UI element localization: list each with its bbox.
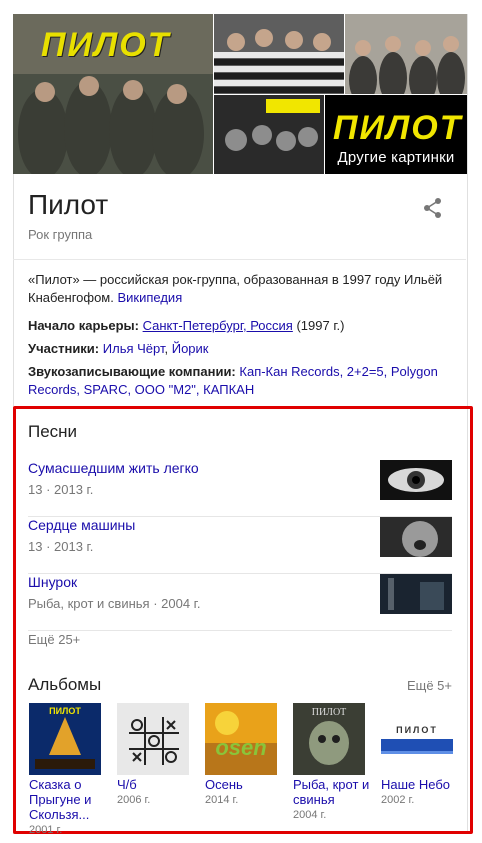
fact-labels-label: Звукозаписывающие компании: [28,364,236,379]
description: «Пилот» — российская рок-группа, образов… [28,271,448,307]
album-name[interactable]: Наше Небо [381,777,461,792]
album-year: 2014 г. [205,794,239,806]
albums-heading: Альбомы [28,675,102,694]
album-cover[interactable]: osen [205,703,277,775]
album-item[interactable]: ПИЛОТ Рыба, крот и свинья 2004 г. [293,703,373,821]
album-cover[interactable]: ПИЛОТ [381,703,453,775]
song-meta: Рыба, крот и свинья · 2004 г. [28,596,201,611]
song-meta: 13 · 2013 г. [28,482,94,497]
more-albums-link[interactable]: Ещё 5+ [407,678,452,693]
song-thumbnail[interactable] [380,574,452,614]
song-meta: 13 · 2013 г. [28,539,94,554]
fact-career: Начало карьеры: Санкт-Петербург, Россия … [28,317,448,335]
fact-members: Участники: Илья Чёрт, Йорик [28,340,448,358]
album-year: 2006 г. [117,794,151,806]
logo-text: ПИЛОТ [41,26,171,64]
member-separator: , [164,341,172,356]
band-photo-striped[interactable] [214,14,344,94]
album-item[interactable]: Ч/б 2006 г. [117,703,197,806]
logo-text-large: ПИЛОТ [333,109,463,147]
band-photo-bw[interactable] [214,95,324,174]
song-thumbnail[interactable] [380,460,452,500]
song-title[interactable]: Сердце машины [28,517,135,533]
career-place-link[interactable]: Санкт-Петербург, Россия [143,318,293,333]
entity-title: Пилот [28,189,109,220]
fact-career-label: Начало карьеры: [28,318,139,333]
album-cover[interactable]: ПИЛОТ [29,703,101,775]
album-cover[interactable]: ПИЛОТ [293,703,365,775]
title-section: Пилот Рок группа [13,175,466,260]
album-name[interactable]: Рыба, крот и свинья [293,777,373,807]
wikipedia-link[interactable]: Википедия [117,290,182,305]
band-photo-group[interactable] [345,14,467,94]
song-title[interactable]: Шнурок [28,574,77,590]
album-name[interactable]: Сказка о Прыгуне и Скользя... [29,777,109,822]
member-link[interactable]: Илья Чёрт [103,341,165,356]
album-item[interactable]: osen Осень 2014 г. [205,703,285,806]
album-cover[interactable] [117,703,189,775]
svg-text:ПИЛОТ: ПИЛОТ [396,725,438,735]
album-year: 2002 г. [381,794,415,806]
song-item[interactable]: Шнурок Рыба, крот и свинья · 2004 г. [28,574,452,631]
share-icon[interactable] [422,197,444,219]
career-year: (1997 г.) [296,318,345,333]
song-item[interactable]: Сумасшедшим жить легко 13 · 2013 г. [28,460,452,517]
song-thumbnail[interactable] [380,517,452,557]
entity-subtitle: Рок группа [28,227,93,242]
description-text: «Пилот» — российская рок-группа, образов… [28,272,443,305]
album-item[interactable]: ПИЛОТ Сказка о Прыгуне и Скользя... 2001… [29,703,109,836]
album-item[interactable]: ПИЛОТ Наше Небо 2002 г. [381,703,461,806]
member-link[interactable]: Йорик [172,341,209,356]
svg-text:ПИЛОТ: ПИЛОТ [312,707,347,718]
album-year: 2001 г. [29,824,63,836]
song-title[interactable]: Сумасшедшим жить легко [28,460,199,476]
more-images-label: Другие картинки [337,149,455,166]
fact-labels: Звукозаписывающие компании: Кап-Кан Reco… [28,363,448,399]
more-songs-link[interactable]: Ещё 25+ [28,632,80,647]
band-photo-main[interactable]: ПИЛОТ [13,14,213,174]
svg-text:ПИЛОТ: ПИЛОТ [49,706,81,716]
album-year: 2004 г. [293,809,327,821]
song-item[interactable]: Сердце машины 13 · 2013 г. [28,517,452,574]
fact-members-label: Участники: [28,341,100,356]
album-name[interactable]: Осень [205,777,285,792]
songs-heading: Песни [28,422,78,441]
album-name[interactable]: Ч/б [117,777,197,792]
more-images-tile[interactable]: ПИЛОТ Другие картинки [325,95,467,174]
svg-text:osen: osen [215,735,266,760]
